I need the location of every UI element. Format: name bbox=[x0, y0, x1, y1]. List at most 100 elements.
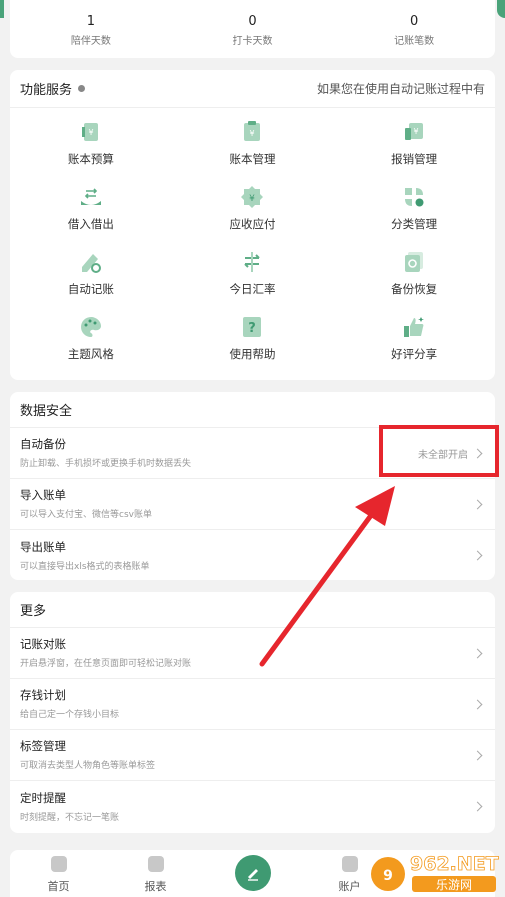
tag-manage-row[interactable]: 标签管理 可取消去类型人物角色等账单标签 bbox=[10, 730, 495, 781]
stat-value: 0 bbox=[248, 14, 257, 29]
reconcile-row[interactable]: 记账对账 开启悬浮窗，在任意页面即可轻松记账对账 bbox=[10, 628, 495, 679]
service-item[interactable]: 分类管理 bbox=[333, 185, 495, 250]
stat-checkin-days: 0 打卡天数 bbox=[172, 14, 332, 58]
reminder-row[interactable]: 定时提醒 时刻提醒，不忘记一笔账 bbox=[10, 781, 495, 832]
row-subtitle: 可以直接导出xls格式的表格账单 bbox=[20, 561, 150, 572]
section-title: 更多 bbox=[10, 592, 495, 628]
service-label: 应收应付 bbox=[229, 217, 276, 231]
service-label: 报销管理 bbox=[391, 152, 438, 166]
accent-strip-left bbox=[0, 0, 4, 18]
service-label: 备份恢复 bbox=[391, 282, 438, 296]
stat-companion-days: 1 陪伴天数 bbox=[11, 14, 171, 58]
row-title: 标签管理 bbox=[20, 739, 66, 753]
stat-record-count: 0 记账笔数 bbox=[334, 14, 494, 58]
watermark-sub: 乐游网 bbox=[436, 878, 472, 892]
section-title: 数据安全 bbox=[10, 392, 495, 428]
service-label: 账本预算 bbox=[67, 152, 114, 166]
palette-icon bbox=[80, 317, 101, 337]
svg-text:¥: ¥ bbox=[250, 129, 255, 138]
stat-value: 1 bbox=[86, 14, 95, 29]
reimburse-icon: ¥ bbox=[405, 123, 424, 140]
service-item[interactable]: 备份恢复 bbox=[333, 250, 495, 315]
service-item[interactable]: ? 使用帮助 bbox=[172, 315, 334, 380]
watermark-brand: 962.NET bbox=[410, 853, 499, 875]
data-security-card: 数据安全 自动备份 防止卸载、手机损坏或更换手机时数据丢失 未全部开启 导入账单… bbox=[10, 392, 495, 580]
tab-label: 报表 bbox=[144, 880, 167, 893]
service-item[interactable]: ¥ 账本管理 bbox=[172, 120, 334, 185]
ledger-manage-icon: ¥ bbox=[244, 121, 261, 141]
export-bill-row[interactable]: 导出账单 可以直接导出xls格式的表格账单 bbox=[10, 530, 495, 581]
service-item[interactable]: ¥ 报销管理 bbox=[333, 120, 495, 185]
stat-label: 打卡天数 bbox=[232, 36, 273, 47]
tab-add-record[interactable] bbox=[204, 850, 301, 897]
services-marquee[interactable]: 如果您在使用自动记账过程中有 bbox=[317, 80, 485, 97]
highlight-box bbox=[379, 425, 499, 477]
service-item[interactable]: 借入借出 bbox=[10, 185, 172, 250]
pencil-icon bbox=[247, 869, 258, 881]
stat-label: 记账笔数 bbox=[394, 36, 435, 47]
row-title: 自动备份 bbox=[20, 437, 66, 451]
savings-plan-row[interactable]: 存钱计划 给自己定一个存钱小目标 bbox=[10, 679, 495, 730]
category-icon bbox=[405, 188, 424, 207]
tab-report[interactable]: 报表 bbox=[107, 850, 204, 897]
chevron-right-icon bbox=[472, 648, 483, 658]
receivable-icon: ¥ bbox=[241, 186, 264, 208]
chevron-right-icon bbox=[472, 750, 483, 760]
status-dot-icon bbox=[78, 85, 86, 92]
row-subtitle: 可以导入支付宝、微信等csv账单 bbox=[20, 510, 152, 520]
tab-label: 首页 bbox=[47, 880, 70, 893]
exchange-rate-icon bbox=[244, 252, 261, 272]
row-subtitle: 时刻提醒，不忘记一笔账 bbox=[20, 812, 120, 823]
service-label: 分类管理 bbox=[391, 217, 438, 231]
service-label: 好评分享 bbox=[391, 347, 438, 361]
function-services-card: 功能服务 如果您在使用自动记账过程中有 ¥ 账本预算 ¥ 账本管理 ¥ 报销管理… bbox=[10, 70, 495, 380]
row-title: 导出账单 bbox=[20, 539, 66, 554]
services-header: 功能服务 如果您在使用自动记账过程中有 bbox=[10, 70, 495, 108]
service-label: 主题风格 bbox=[67, 347, 114, 361]
more-card: 更多 记账对账 开启悬浮窗，在任意页面即可轻松记账对账 存钱计划 给自己定一个存… bbox=[10, 592, 495, 833]
help-icon: ? bbox=[243, 317, 262, 337]
add-record-button[interactable] bbox=[234, 855, 271, 891]
service-label: 借入借出 bbox=[67, 217, 114, 231]
svg-text:9: 9 bbox=[383, 868, 393, 884]
chevron-right-icon bbox=[472, 550, 483, 561]
lend-borrow-icon bbox=[80, 188, 101, 205]
tab-home[interactable]: 首页 bbox=[10, 850, 107, 897]
auto-record-icon bbox=[81, 254, 101, 273]
svg-text:¥: ¥ bbox=[88, 128, 93, 137]
services-title: 功能服务 bbox=[20, 83, 73, 98]
backup-restore-icon bbox=[405, 252, 424, 272]
stat-value: 0 bbox=[410, 14, 419, 29]
service-item[interactable]: 今日汇率 bbox=[172, 250, 334, 315]
chevron-right-icon bbox=[472, 499, 483, 509]
report-icon bbox=[147, 856, 164, 872]
row-subtitle: 可取消去类型人物角色等账单标签 bbox=[20, 761, 156, 771]
svg-text:¥: ¥ bbox=[414, 127, 419, 136]
row-title: 存钱计划 bbox=[20, 688, 66, 702]
service-item[interactable]: 主题风格 bbox=[10, 315, 172, 380]
home-icon bbox=[50, 856, 67, 872]
thumbs-up-icon bbox=[404, 317, 425, 337]
accent-strip-right bbox=[497, 0, 505, 18]
tab-label: 账户 bbox=[338, 880, 361, 893]
row-subtitle: 防止卸载、手机损坏或更换手机时数据丢失 bbox=[20, 459, 192, 469]
row-title: 记账对账 bbox=[20, 637, 66, 651]
import-bill-row[interactable]: 导入账单 可以导入支付宝、微信等csv账单 bbox=[10, 479, 495, 530]
row-title: 定时提醒 bbox=[20, 790, 66, 805]
service-item[interactable]: ¥ 应收应付 bbox=[172, 185, 334, 250]
chevron-right-icon bbox=[472, 699, 483, 709]
services-grid: ¥ 账本预算 ¥ 账本管理 ¥ 报销管理 借入借出 ¥ 应收应付 分类管理 自动… bbox=[10, 108, 495, 380]
row-subtitle: 开启悬浮窗，在任意页面即可轻松记账对账 bbox=[20, 659, 192, 669]
service-item[interactable]: ¥ 账本预算 bbox=[10, 120, 172, 185]
service-label: 今日汇率 bbox=[229, 282, 276, 296]
chevron-right-icon bbox=[472, 801, 483, 812]
service-item[interactable]: 好评分享 bbox=[333, 315, 495, 380]
service-label: 账本管理 bbox=[229, 152, 276, 166]
stats-card: 1 陪伴天数 0 打卡天数 0 记账笔数 bbox=[10, 0, 495, 58]
service-label: 使用帮助 bbox=[229, 347, 276, 361]
site-watermark: 9 962.NET 乐游网 bbox=[371, 853, 499, 892]
service-item[interactable]: 自动记账 bbox=[10, 250, 172, 315]
money-bag-icon bbox=[341, 856, 358, 872]
budget-book-icon: ¥ bbox=[81, 123, 98, 141]
svg-text:?: ? bbox=[249, 321, 257, 336]
